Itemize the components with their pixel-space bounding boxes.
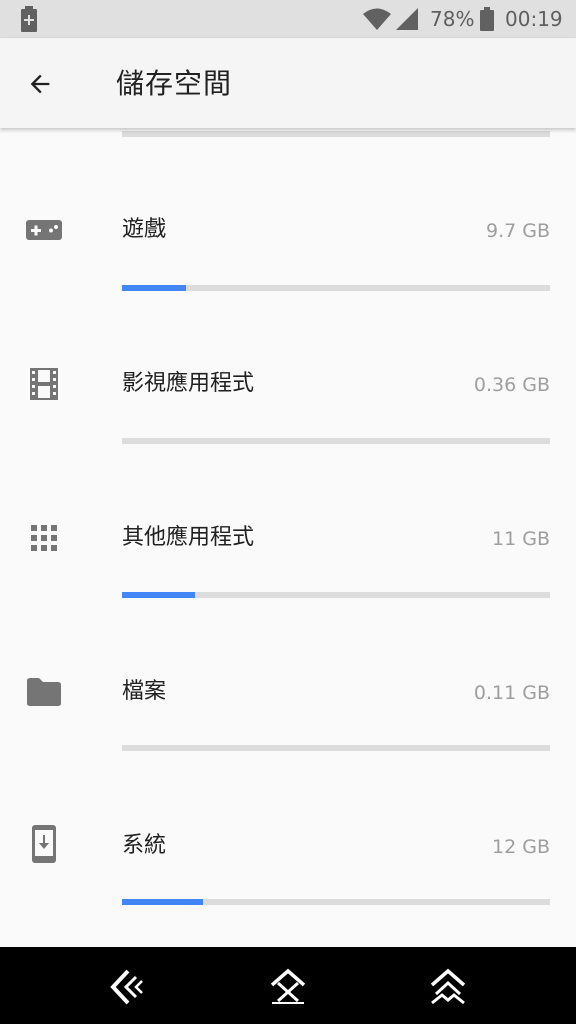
signal-icon (396, 8, 418, 30)
storage-item-files[interactable]: 檔案 0.11 GB (0, 616, 576, 770)
battery-saver-icon (21, 6, 37, 32)
folder-icon (24, 672, 64, 712)
back-button[interactable] (16, 60, 64, 108)
arrow-back-icon (30, 74, 50, 94)
storage-item-size: 12 GB (492, 836, 550, 858)
storage-item-label: 檔案 (122, 679, 167, 704)
storage-item-label: 系統 (122, 833, 167, 858)
usage-bar-fill (122, 592, 195, 598)
battery-icon (480, 7, 494, 31)
clock: 00:19 (505, 7, 563, 31)
storage-item-label: 影視應用程式 (122, 371, 255, 396)
nav-recents-icon (430, 968, 466, 1005)
storage-item-size: 9.7 GB (485, 220, 550, 242)
usage-bar (122, 745, 550, 751)
nav-back-icon (110, 969, 143, 1005)
nav-home-button[interactable] (266, 965, 310, 1009)
storage-item-size: 0.36 GB (473, 374, 550, 396)
gamepad-icon (24, 210, 64, 250)
previous-item-usage-bar (122, 131, 550, 137)
battery-percent: 78% (430, 7, 475, 31)
storage-item-games[interactable]: 遊戲 9.7 GB (0, 154, 576, 308)
usage-bar-fill (122, 899, 204, 905)
usage-bar (122, 899, 550, 905)
storage-item-movie-apps[interactable]: 影視應用程式 0.36 GB (0, 308, 576, 462)
film-icon (24, 364, 64, 404)
storage-item-size: 11 GB (492, 528, 550, 550)
storage-item-label: 其他應用程式 (122, 525, 255, 550)
storage-item-label: 遊戲 (122, 217, 167, 242)
usage-bar-fill (122, 285, 187, 291)
storage-item-other-apps[interactable]: 其他應用程式 11 GB (0, 462, 576, 616)
app-bar: 儲存空間 (0, 38, 576, 128)
apps-grid-icon (24, 518, 64, 558)
usage-bar (122, 438, 550, 444)
usage-bar (122, 285, 550, 291)
storage-item-system[interactable]: 系統 12 GB (0, 770, 576, 924)
system-update-icon (24, 824, 64, 864)
nav-back-button[interactable] (106, 965, 150, 1009)
nav-home-icon (270, 968, 306, 1004)
nav-recents-button[interactable] (426, 965, 470, 1009)
storage-item-size: 0.11 GB (473, 682, 550, 704)
wifi-icon (363, 8, 391, 30)
usage-bar (122, 592, 550, 598)
page-title: 儲存空間 (116, 67, 233, 100)
status-bar: 78% 00:19 (0, 0, 576, 38)
navigation-bar (0, 947, 576, 1024)
